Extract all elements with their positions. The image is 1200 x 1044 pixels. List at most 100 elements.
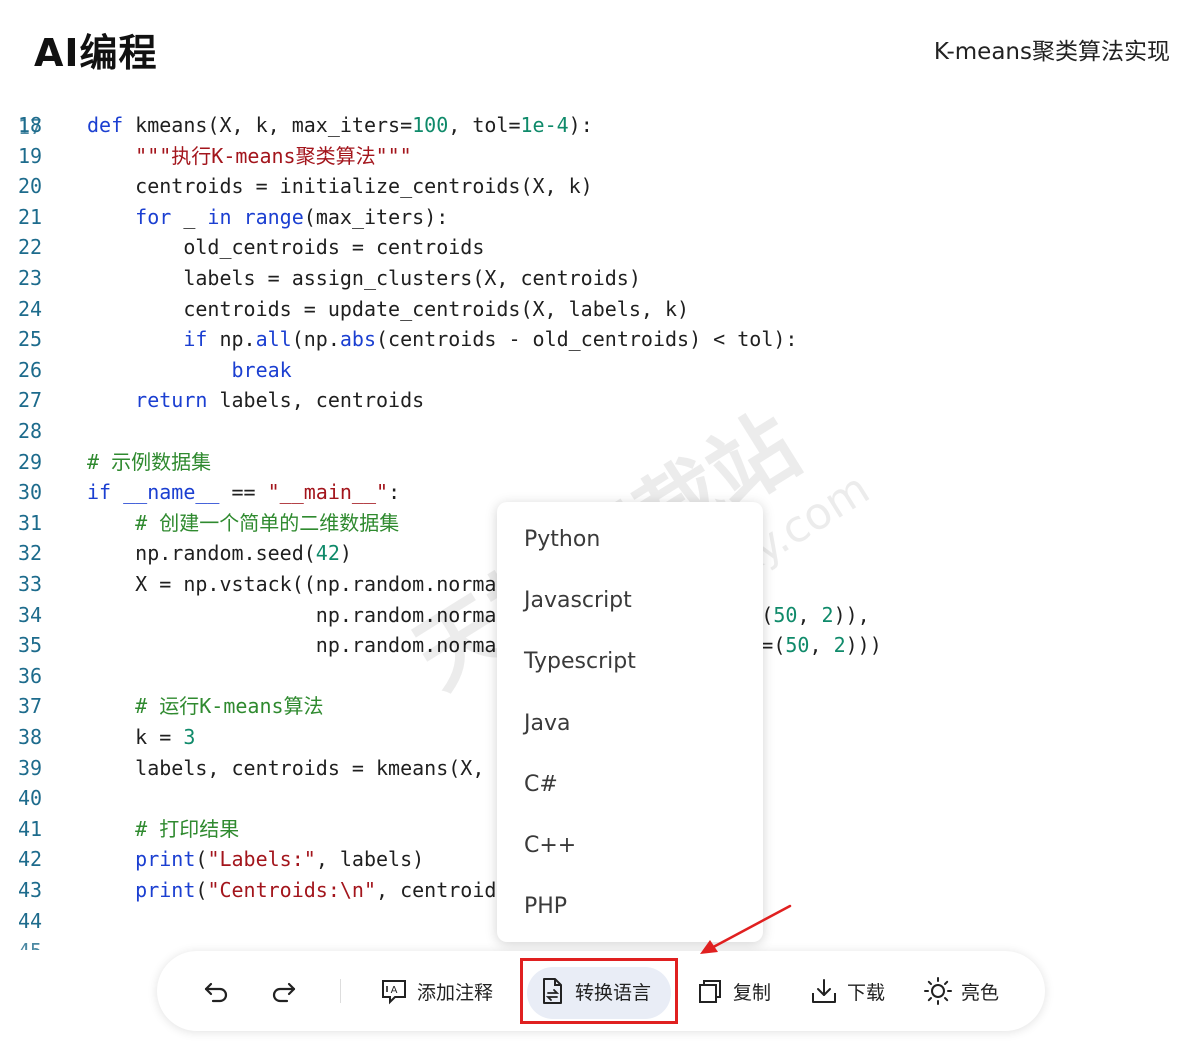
code-text: labels = assign_clusters(X, centroids): [87, 263, 641, 293]
partial-line-top: 17: [0, 90, 1200, 139]
code-token: abs: [339, 327, 377, 352]
code-token: ): [339, 541, 352, 566]
code-token: if: [183, 327, 208, 352]
code-token: 42: [315, 541, 340, 566]
line-number: 26: [18, 357, 43, 382]
redo-button[interactable]: [269, 951, 299, 1031]
language-option-javascript[interactable]: Javascript: [497, 570, 763, 631]
code-line[interactable]: 21 for _ in range(max_iters):: [0, 202, 1200, 232]
code-token: :: [388, 480, 401, 505]
code-line[interactable]: 27 return labels, centroids: [0, 385, 1200, 415]
code-token: 2: [833, 633, 846, 658]
undo-button[interactable]: [201, 951, 231, 1031]
code-token: # 示例数据集: [87, 449, 212, 474]
code-token: ==: [219, 480, 268, 505]
code-line[interactable]: 22 old_centroids = centroids: [0, 232, 1200, 262]
copy-icon: [699, 980, 721, 1003]
code-text: if np.all(np.abs(centroids - old_centroi…: [87, 324, 797, 354]
code-token: # 打印结果: [135, 816, 240, 841]
code-text: # 运行K-means算法: [87, 691, 324, 721]
code-token: _: [171, 204, 208, 229]
toolbar-divider: [340, 979, 341, 1003]
code-token: , labels): [315, 847, 425, 872]
add-comment-label: 添加注释: [417, 981, 494, 1004]
code-token: )),: [833, 602, 870, 627]
code-text: # 创建一个简单的二维数据集: [87, 508, 399, 538]
code-token: 2: [821, 602, 834, 627]
code-line[interactable]: 19 """执行K-means聚类算法""": [0, 141, 1200, 171]
add-comment-button[interactable]: A 添加注释: [379, 951, 493, 1031]
code-line[interactable]: 29 # 示例数据集: [0, 447, 1200, 477]
line-number: 44: [18, 908, 43, 933]
code-line[interactable]: 18 def kmeans(X, k, max_iters=100, tol=1e…: [0, 110, 1200, 140]
code-token: # 运行K-means算法: [135, 694, 324, 719]
code-token: k =: [87, 725, 184, 749]
line-number: 18: [18, 113, 43, 137]
code-line[interactable]: 25 if np.all(np.abs(centroids - old_cent…: [0, 324, 1200, 354]
code-text: # 示例数据集: [87, 447, 211, 477]
comment-icon: A: [382, 980, 406, 1005]
language-option-cplusplus[interactable]: C++: [497, 815, 763, 876]
code-text: old_centroids = centroids: [87, 232, 484, 262]
code-token: labels, centroids: [207, 388, 425, 413]
annotation-highlight-box: [520, 958, 678, 1024]
code-token: all: [255, 327, 292, 352]
download-button[interactable]: 下载: [809, 951, 885, 1031]
code-line[interactable]: 24 centroids = update_centroids(X, label…: [0, 294, 1200, 324]
line-number: 36: [18, 663, 43, 688]
code-text: for _ in range(max_iters):: [87, 202, 448, 232]
annotation-arrow: [700, 904, 792, 954]
language-option-csharp[interactable]: C#: [497, 754, 763, 815]
code-token: centroids = update_centroids(X, labels, …: [87, 296, 690, 321]
language-option-java[interactable]: Java: [497, 693, 763, 754]
download-label: 下载: [847, 981, 886, 1004]
code-token: (: [195, 847, 208, 872]
line-number: 45: [18, 936, 58, 950]
line-number: 43: [18, 878, 43, 902]
line-number: 33: [18, 572, 43, 596]
code-token: np.random.seed(: [87, 541, 316, 566]
code-text: centroids = initialize_centroids(X, k): [87, 171, 593, 201]
code-token: for: [135, 204, 172, 229]
download-icon: [812, 979, 836, 1003]
language-option-typescript[interactable]: Typescript: [497, 631, 763, 692]
code-token: def: [87, 113, 124, 137]
line-number: 25: [18, 327, 43, 352]
code-line[interactable]: 20 centroids = initialize_centroids(X, k…: [0, 171, 1200, 201]
code-token: 3: [183, 725, 196, 749]
code-line[interactable]: 26 break: [0, 355, 1200, 385]
code-text: print("Labels:", labels): [87, 844, 424, 874]
line-number: 19: [18, 143, 43, 168]
light-mode-button[interactable]: 亮色: [923, 951, 999, 1031]
line-number: 38: [18, 725, 43, 749]
copy-label: 复制: [733, 981, 772, 1004]
line-number: 35: [18, 633, 43, 658]
code-token: ))): [845, 633, 882, 658]
undo-icon: [204, 982, 228, 1003]
code-text: def kmeans(X, k, max_iters=100, tol=1e-4…: [87, 110, 593, 140]
language-dropdown: Python Javascript Typescript Java C# C++ PHP: [497, 502, 763, 942]
code-token: (: [195, 878, 208, 902]
code-token: return: [135, 388, 208, 413]
language-option-python[interactable]: Python: [497, 509, 763, 570]
code-token: ):: [568, 113, 593, 137]
code-text: if __name__ == "__main__":: [87, 477, 400, 507]
code-token: np.random.norma: [87, 633, 497, 658]
code-text: break: [87, 355, 292, 385]
code-line[interactable]: 28: [0, 416, 1200, 446]
code-token: 50: [785, 633, 810, 658]
code-token: (X, k, max_iters=: [207, 113, 413, 137]
line-number: 29: [18, 449, 43, 474]
copy-button[interactable]: 复制: [695, 951, 771, 1031]
code-line[interactable]: 23 labels = assign_clusters(X, centroids…: [0, 263, 1200, 293]
code-token: 50: [773, 602, 798, 627]
code-token: in: [207, 204, 232, 229]
code-text: # 打印结果: [87, 814, 239, 844]
code-token: old_centroids = centroids: [87, 235, 485, 260]
